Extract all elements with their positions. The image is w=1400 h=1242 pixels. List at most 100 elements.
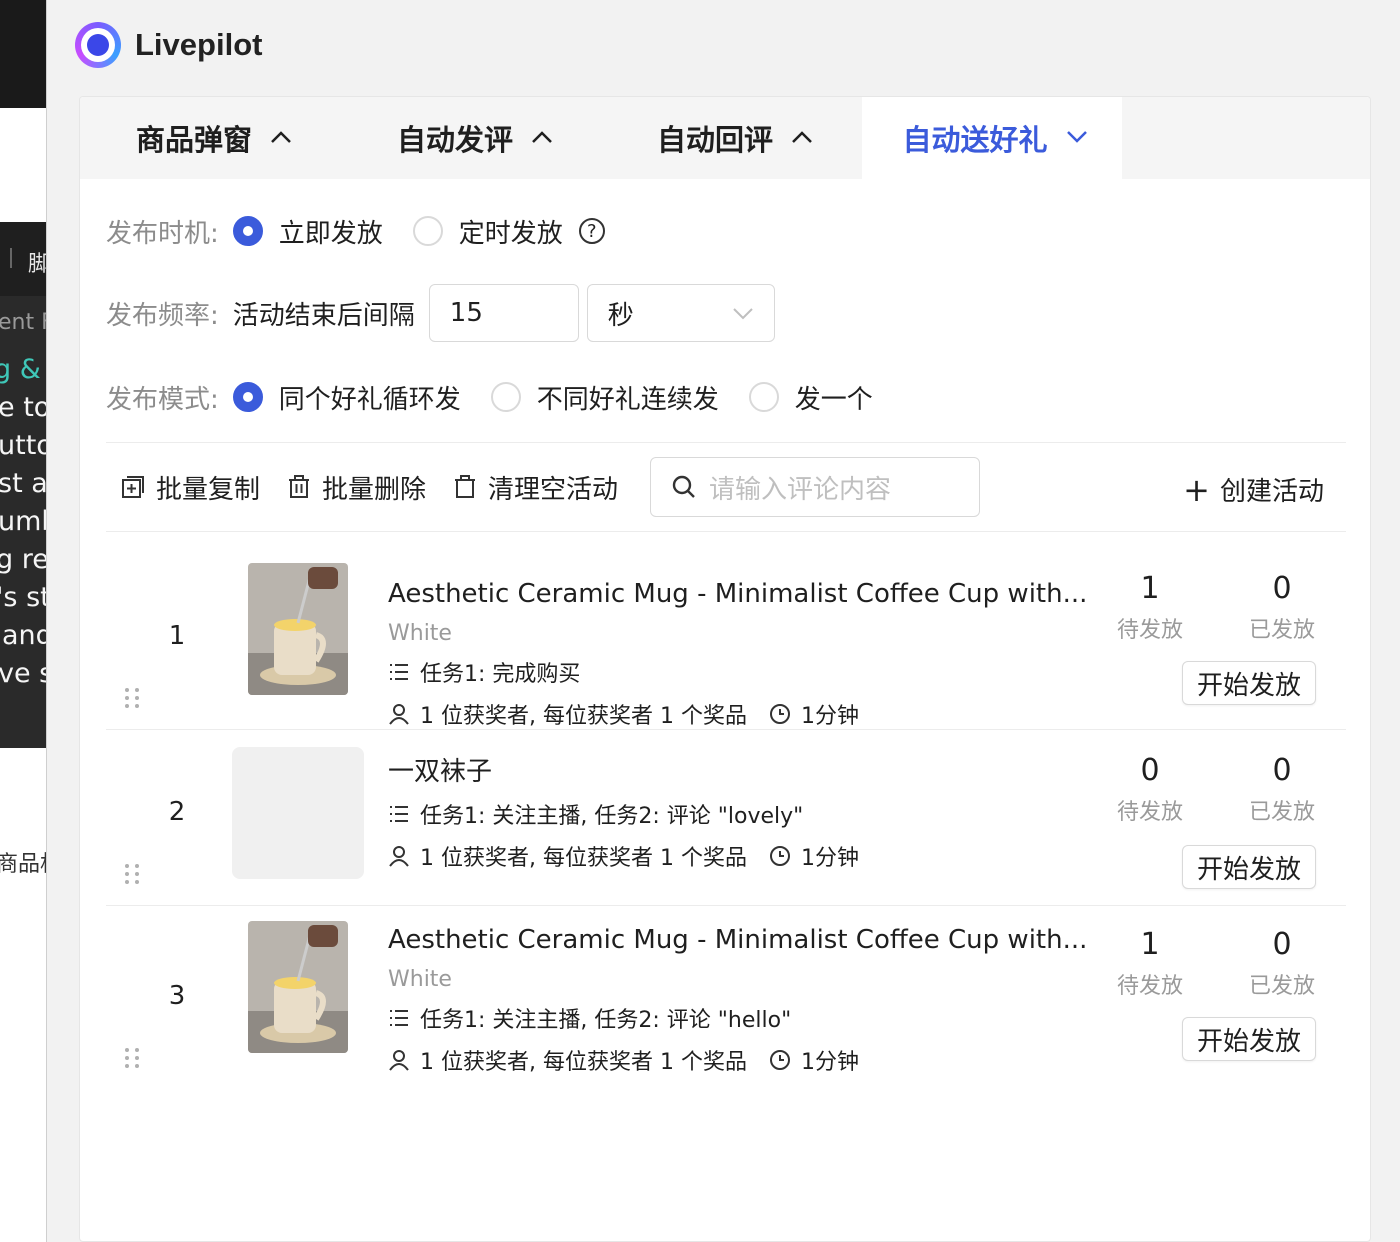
sent-stat: 0 已发放 bbox=[1232, 753, 1332, 826]
toolbar: 批量复制 批量删除 清理空活动 请输入评论内容 bbox=[120, 457, 981, 517]
clear-empty-label: 清理空活动 bbox=[488, 474, 619, 505]
task-text: 任务1: 关注主播, 任务2: 评论 "hello" bbox=[420, 1008, 792, 1033]
item-title: Aesthetic Ceramic Mug - Minimalist Coffe… bbox=[388, 925, 1088, 955]
tab-label: 自动发评 bbox=[396, 123, 513, 157]
create-activity-label: 创建活动 bbox=[1219, 477, 1324, 507]
create-activity-button[interactable]: + 创建活动 bbox=[1183, 471, 1324, 508]
tab-auto-gift[interactable]: 自动送好礼 bbox=[862, 97, 1122, 179]
interval-input[interactable]: 15 bbox=[428, 284, 579, 342]
divider bbox=[106, 531, 1346, 532]
background-text-line: utto bbox=[0, 430, 46, 461]
background-app: 脚 ent F g & C e to utto st ap umb g rei … bbox=[0, 0, 46, 1242]
list-item: 2 一双袜子 任务1: 关注主播, 任务2: 评论 "lovely" 1 位获奖… bbox=[106, 737, 1346, 905]
start-send-button[interactable]: 开始发放 bbox=[1182, 845, 1316, 889]
task-text: 任务1: 完成购买 bbox=[420, 662, 581, 687]
divider bbox=[106, 905, 1346, 906]
sent-count: 0 bbox=[1272, 571, 1292, 606]
clear-empty-button[interactable]: 清理空活动 bbox=[452, 469, 618, 506]
winners-text: 1 位获奖者, 每位获奖者 1 个奖品 bbox=[420, 1050, 747, 1075]
tab-auto-reply[interactable]: 自动回评 bbox=[602, 97, 862, 179]
sent-label: 已发放 bbox=[1248, 618, 1315, 643]
sent-count: 0 bbox=[1272, 753, 1292, 788]
batch-delete-label: 批量删除 bbox=[322, 474, 427, 505]
winners-text: 1 位获奖者, 每位获奖者 1 个奖品 bbox=[420, 846, 747, 871]
clock-icon bbox=[769, 846, 790, 866]
background-separator bbox=[10, 248, 12, 268]
unit-select-value: 秒 bbox=[607, 300, 634, 331]
radio-unchecked-icon bbox=[412, 216, 443, 246]
pending-stat: 0 待发放 bbox=[1100, 753, 1200, 826]
product-image-placeholder bbox=[232, 747, 364, 879]
background-text-line: and bbox=[2, 620, 46, 651]
title-bar: Livepilot bbox=[75, 22, 262, 68]
list-icon bbox=[390, 1010, 408, 1026]
list-icon bbox=[390, 806, 408, 822]
sent-label: 已发放 bbox=[1248, 974, 1315, 999]
question-circle-icon[interactable]: ? bbox=[578, 218, 605, 244]
search-input[interactable]: 请输入评论内容 bbox=[650, 457, 981, 517]
search-icon bbox=[672, 475, 695, 498]
clock-icon bbox=[769, 704, 790, 724]
pending-count: 1 bbox=[1140, 571, 1160, 606]
tab-auto-comment[interactable]: 自动发评 bbox=[342, 97, 602, 179]
winners-line: 1 位获奖者, 每位获奖者 1 个奖品 1分钟 bbox=[388, 840, 859, 872]
background-header bbox=[0, 0, 46, 108]
livepilot-window: Livepilot 商品弹窗 自动发评 自动回评 自动送好礼 发布时机: 立即发… bbox=[46, 0, 1400, 1242]
pending-label: 待发放 bbox=[1116, 974, 1183, 999]
search-placeholder: 请输入评论内容 bbox=[709, 474, 892, 505]
radio-scheduled[interactable]: 定时发放 bbox=[412, 213, 563, 250]
radio-unchecked-icon bbox=[490, 382, 521, 412]
chevron-down-icon bbox=[1066, 130, 1087, 146]
radio-send-one[interactable]: 发一个 bbox=[748, 379, 873, 416]
user-icon bbox=[389, 1050, 409, 1071]
task-line: 任务1: 关注主播, 任务2: 评论 "lovely" bbox=[388, 798, 859, 830]
duration-text: 1分钟 bbox=[800, 704, 859, 729]
background-text-line: st ap bbox=[0, 468, 46, 499]
batch-copy-button[interactable]: 批量复制 bbox=[120, 469, 260, 506]
batch-delete-button[interactable]: 批量删除 bbox=[286, 469, 426, 506]
radio-label: 定时发放 bbox=[458, 218, 563, 249]
unit-select[interactable]: 秒 bbox=[586, 284, 775, 342]
radio-label: 发一个 bbox=[794, 384, 873, 415]
tab-bar: 商品弹窗 自动发评 自动回评 自动送好礼 bbox=[80, 97, 1370, 179]
background-text-bottom: 商品相 bbox=[0, 852, 46, 877]
radio-label: 同个好礼循环发 bbox=[278, 384, 461, 415]
task-line: 任务1: 完成购买 bbox=[388, 656, 1087, 688]
task-text: 任务1: 关注主播, 任务2: 评论 "lovely" bbox=[420, 804, 804, 829]
pending-stat: 1 待发放 bbox=[1100, 927, 1200, 1000]
mode-row: 发布模式: 同个好礼循环发 不同好礼连续发 发一个 bbox=[106, 379, 903, 415]
drag-handle-icon[interactable] bbox=[122, 1047, 142, 1069]
start-send-button[interactable]: 开始发放 bbox=[1182, 1017, 1316, 1061]
list-item: 1 Aesthetic Ceramic Mug - Minimalist Cof… bbox=[106, 551, 1346, 729]
radio-different-gifts[interactable]: 不同好礼连续发 bbox=[490, 379, 719, 416]
pending-count: 0 bbox=[1140, 753, 1160, 788]
drag-handle-icon[interactable] bbox=[122, 863, 142, 885]
chevron-up-icon bbox=[270, 130, 291, 146]
background-text-line: e to bbox=[0, 392, 46, 423]
divider bbox=[106, 729, 1346, 730]
user-icon bbox=[389, 846, 409, 867]
radio-label: 立即发放 bbox=[278, 218, 383, 249]
background-text-line: g & C bbox=[0, 354, 46, 385]
background-content: ent F g & C e to utto st ap umb g rei 's… bbox=[0, 296, 46, 748]
radio-immediate[interactable]: 立即发放 bbox=[232, 213, 383, 250]
tab-product-popup[interactable]: 商品弹窗 bbox=[80, 97, 342, 179]
pending-label: 待发放 bbox=[1116, 800, 1183, 825]
frequency-row: 发布频率: 活动结束后间隔 15 秒 bbox=[106, 283, 775, 343]
item-title: Aesthetic Ceramic Mug - Minimalist Coffe… bbox=[388, 579, 1088, 609]
sent-stat: 0 已发放 bbox=[1232, 571, 1332, 644]
item-info: Aesthetic Ceramic Mug - Minimalist Coffe… bbox=[388, 579, 1087, 730]
duration-text: 1分钟 bbox=[800, 1050, 859, 1075]
sent-count: 0 bbox=[1272, 927, 1292, 962]
chevron-down-icon bbox=[732, 298, 754, 328]
radio-checked-icon bbox=[232, 382, 263, 412]
pending-stat: 1 待发放 bbox=[1100, 571, 1200, 644]
sent-stat: 0 已发放 bbox=[1232, 927, 1332, 1000]
drag-handle-icon[interactable] bbox=[122, 687, 142, 709]
radio-same-gift-loop[interactable]: 同个好礼循环发 bbox=[232, 379, 461, 416]
clock-icon bbox=[769, 1050, 790, 1070]
task-line: 任务1: 关注主播, 任务2: 评论 "hello" bbox=[388, 1002, 1087, 1034]
copy-icon bbox=[122, 476, 144, 498]
start-send-button[interactable]: 开始发放 bbox=[1182, 661, 1316, 705]
item-variant: White bbox=[388, 621, 452, 646]
